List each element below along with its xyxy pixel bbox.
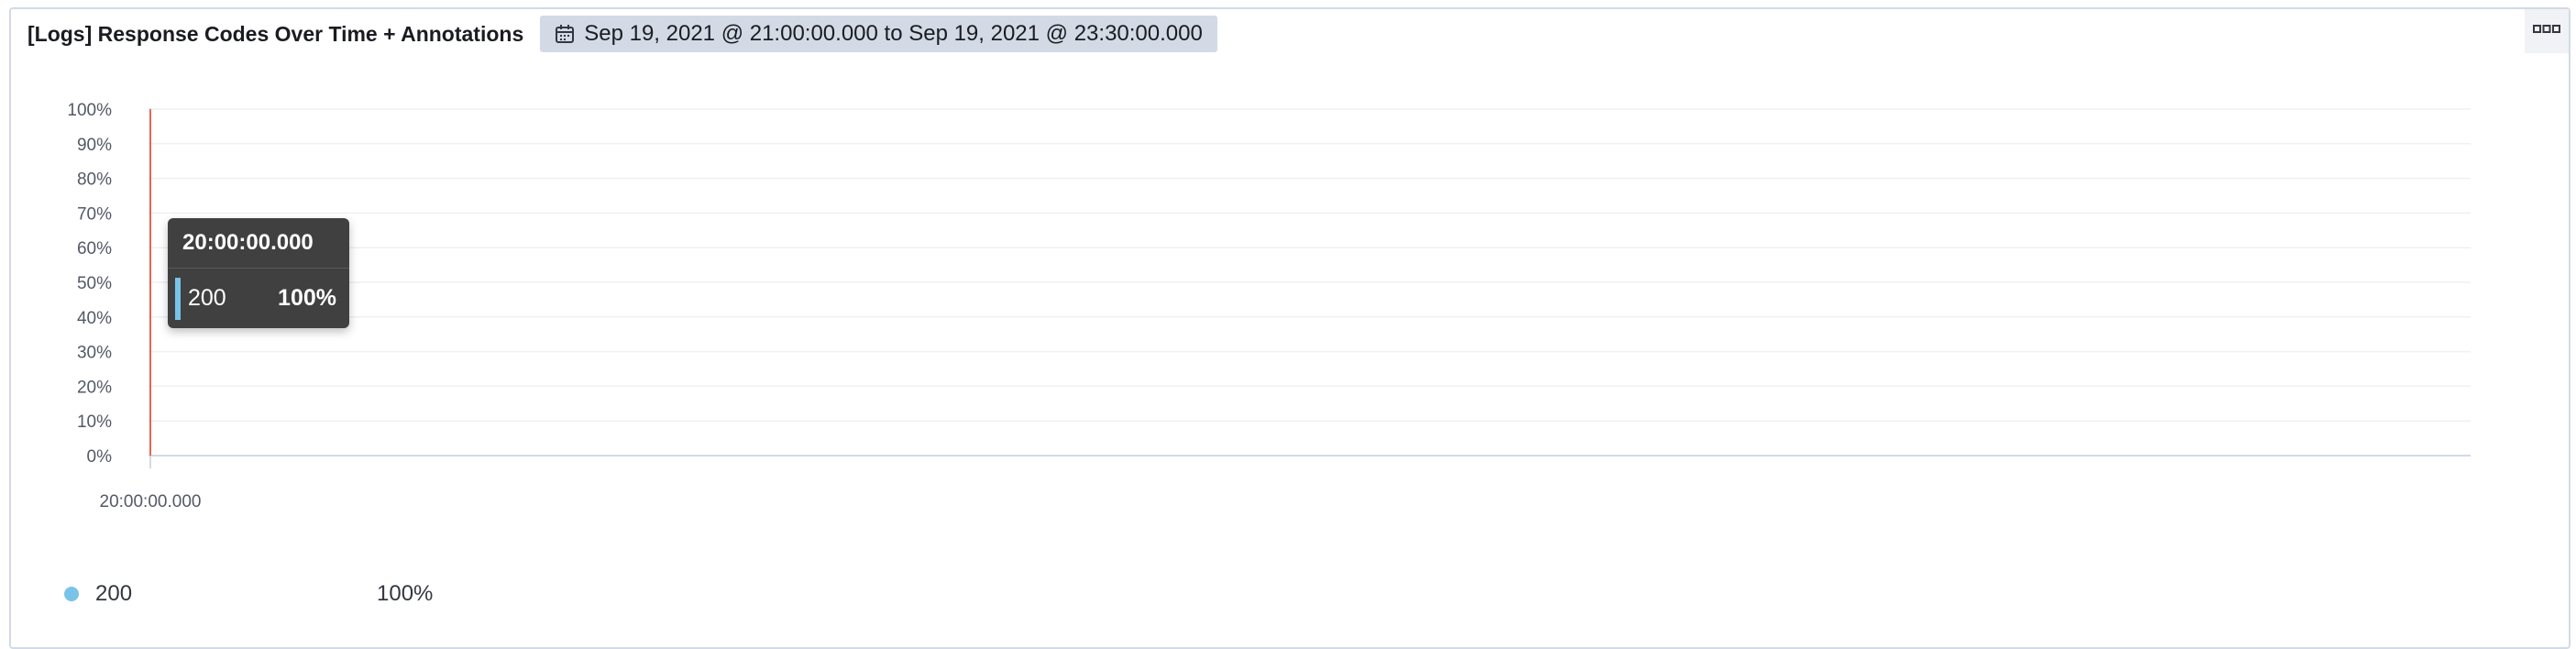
annotation-layer	[149, 108, 151, 456]
tooltip-row: 200 100%	[168, 269, 349, 327]
tooltip-title: 20:00:00.000	[168, 218, 349, 269]
y-tick-label: 50%	[77, 274, 112, 293]
y-tick-label: 80%	[77, 170, 112, 190]
tooltip-series-value: 100%	[278, 284, 336, 311]
y-tick-label: 30%	[77, 344, 112, 363]
legend-color-dot	[64, 587, 79, 601]
chart-area[interactable]: 0% 10% 20% 30% 40% 50% 60% 70% 80% 90% 100% 20:00:…	[0, 0, 2576, 646]
legend-label: 200	[95, 581, 133, 606]
y-tick-label: 10%	[77, 412, 112, 432]
y-tick-label: 40%	[77, 309, 112, 328]
x-axis: 20:00:00.000	[100, 456, 202, 512]
tooltip-series-swatch	[175, 278, 181, 320]
legend-item-200[interactable]: 200	[64, 581, 132, 607]
legend-value: 100%	[377, 581, 434, 606]
y-tick-label: 70%	[77, 204, 112, 224]
series-200-point-0[interactable]	[149, 108, 151, 110]
y-tick-label: 90%	[77, 136, 112, 155]
y-tick-label: 0%	[87, 447, 113, 467]
y-tick-label: 20%	[77, 378, 112, 397]
tooltip-series-name: 200	[188, 284, 226, 311]
chart-tooltip: 20:00:00.000 200 100%	[168, 218, 349, 328]
y-axis: 0% 10% 20% 30% 40% 50% 60% 70% 80% 90% 100%	[67, 101, 112, 467]
y-tick-label: 100%	[67, 101, 112, 120]
y-tick-label: 60%	[77, 239, 112, 258]
x-tick-label: 20:00:00.000	[100, 492, 202, 512]
chart-gridlines	[149, 108, 2471, 456]
